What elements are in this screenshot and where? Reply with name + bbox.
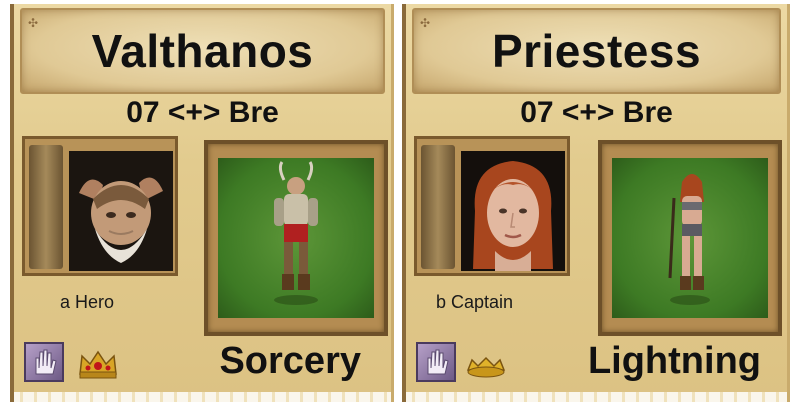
title-banner: ✣ Valthanos xyxy=(20,8,385,94)
unit-rank-label: b Captain xyxy=(436,292,514,312)
magic-school-label: Sorcery xyxy=(219,340,361,382)
portrait-frame[interactable] xyxy=(22,136,178,276)
unit-figure xyxy=(218,158,374,318)
unit-rank-label: a Hero xyxy=(60,292,115,312)
ruby-crown-icon xyxy=(76,348,120,380)
portrait-frame[interactable] xyxy=(414,136,570,276)
magic-school-label: Lightning xyxy=(587,340,761,382)
gold-circlet-icon xyxy=(464,348,508,380)
unit-name: Valthanos xyxy=(91,25,314,77)
unit-scene-frame[interactable] xyxy=(204,140,388,336)
unit-scene-frame[interactable] xyxy=(598,140,782,336)
corner-mark-icon: ✣ xyxy=(420,16,431,30)
hero-portrait xyxy=(69,151,173,271)
hand-spell-icon[interactable] xyxy=(24,342,64,382)
unit-card-valthanos[interactable]: ✣ Valthanos 07 <+> Bre a Hero Sorcery xyxy=(10,4,394,402)
unit-stats: 07 <+> Bre xyxy=(520,96,673,129)
standard-banner-icon xyxy=(421,145,455,269)
unit-name: Priestess xyxy=(491,25,702,77)
unit-card-priestess[interactable]: ✣ Priestess 07 <+> Bre b Captain Lightni… xyxy=(402,4,790,402)
hand-spell-icon[interactable] xyxy=(416,342,456,382)
standard-banner-icon xyxy=(29,145,63,269)
unit-stats: 07 <+> Bre xyxy=(126,96,279,129)
title-banner: ✣ Priestess xyxy=(412,8,781,94)
corner-mark-icon: ✣ xyxy=(28,16,39,30)
captain-portrait xyxy=(461,151,565,271)
unit-figure xyxy=(612,158,768,318)
